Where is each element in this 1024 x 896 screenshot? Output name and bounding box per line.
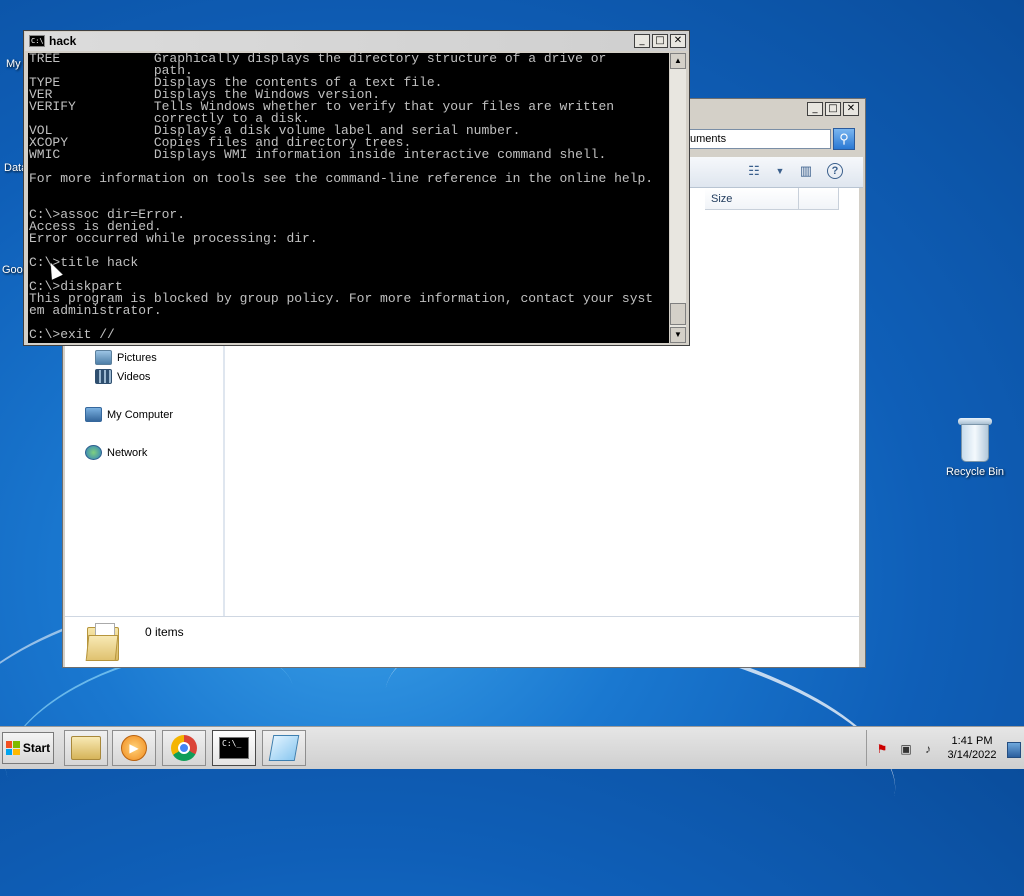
taskbar: Start ▶ C:\_ ⚑ ▣ ♪ 1:41 PM 3/14/2022 xyxy=(0,726,1024,769)
pictures-icon xyxy=(95,350,112,365)
close-button[interactable]: ✕ xyxy=(670,34,686,48)
desktop-icon-recycle-bin[interactable]: Recycle Bin xyxy=(940,418,1010,478)
nav-item-label: Videos xyxy=(117,370,151,383)
cmd-scrollbar[interactable]: ▲ ▼ xyxy=(670,53,686,343)
network-status-icon[interactable]: ▣ xyxy=(899,742,913,756)
show-desktop-icon[interactable] xyxy=(1007,742,1021,758)
nav-item-network[interactable]: Network xyxy=(85,445,147,460)
console-output[interactable]: TREE Graphically displays the directory … xyxy=(28,53,669,343)
videos-icon xyxy=(95,369,112,384)
item-count: 0 items xyxy=(145,625,184,639)
network-icon xyxy=(85,445,102,460)
folder-icon xyxy=(85,621,119,661)
nav-item-label: My Computer xyxy=(107,408,174,421)
recycle-bin-label: Recycle Bin xyxy=(945,466,1005,478)
volume-icon[interactable]: ♪ xyxy=(921,742,935,756)
action-center-icon[interactable]: ⚑ xyxy=(875,742,889,756)
start-button[interactable]: Start xyxy=(2,732,54,764)
scrollbar-thumb[interactable] xyxy=(670,303,686,325)
minimize-button[interactable]: _ xyxy=(634,34,650,48)
system-tray: ⚑ ▣ ♪ 1:41 PM 3/14/2022 xyxy=(866,730,1023,766)
maximize-button[interactable]: □ xyxy=(652,34,668,48)
cmd-window-controls: _ □ ✕ xyxy=(634,34,686,48)
chrome-icon xyxy=(171,735,197,761)
explorer-window-controls: _ □ ✕ xyxy=(807,102,859,116)
nav-item-videos[interactable]: Videos xyxy=(95,369,150,384)
preview-pane-icon[interactable]: ▥ xyxy=(797,163,815,179)
clock-date: 3/14/2022 xyxy=(947,749,997,761)
start-label: Start xyxy=(22,741,51,755)
taskbar-notepad-button[interactable] xyxy=(262,730,306,766)
column-header-size[interactable]: Size xyxy=(705,188,799,210)
windows-logo-icon xyxy=(5,741,20,755)
chevron-down-icon[interactable]: ▼ xyxy=(771,163,789,179)
address-bar[interactable]: uments xyxy=(685,129,831,149)
cmd-window[interactable]: C:\ hack _ □ ✕ TREE Graphically displays… xyxy=(23,30,690,346)
clock[interactable]: 1:41 PM 3/14/2022 xyxy=(937,734,1007,762)
cmd-titlebar[interactable]: C:\ hack _ □ ✕ xyxy=(25,32,688,51)
clock-time: 1:41 PM xyxy=(951,735,993,747)
close-button[interactable]: ✕ xyxy=(843,102,859,116)
minimize-button[interactable]: _ xyxy=(807,102,823,116)
search-icon: ⚲ xyxy=(839,131,849,146)
nav-item-label: Network xyxy=(107,446,148,459)
column-header-extra[interactable] xyxy=(799,188,839,210)
taskbar-cmd-button[interactable]: C:\_ xyxy=(212,730,256,766)
scroll-up-icon[interactable]: ▲ xyxy=(670,53,686,69)
taskbar-explorer-button[interactable] xyxy=(64,730,108,766)
console-text: TREE Graphically displays the directory … xyxy=(29,53,654,342)
scroll-down-icon[interactable]: ▼ xyxy=(670,327,686,343)
cmd-window-title: hack xyxy=(49,34,77,48)
notepad-icon xyxy=(268,735,300,761)
media-player-icon: ▶ xyxy=(121,735,147,761)
folder-icon xyxy=(71,736,101,760)
desktop-icon-label: My xyxy=(6,58,21,70)
taskbar-chrome-button[interactable] xyxy=(162,730,206,766)
cmd-icon: C:\_ xyxy=(219,737,249,759)
search-button[interactable]: ⚲ xyxy=(833,128,855,150)
taskbar-media-player-button[interactable]: ▶ xyxy=(112,730,156,766)
recycle-bin-icon xyxy=(958,418,992,462)
details-pane: 0 items xyxy=(65,616,859,667)
help-icon[interactable]: ? xyxy=(827,163,843,179)
computer-icon xyxy=(85,407,102,422)
nav-item-my-computer[interactable]: My Computer xyxy=(85,407,173,422)
cmd-icon: C:\ xyxy=(29,35,45,47)
maximize-button[interactable]: □ xyxy=(825,102,841,116)
nav-item-label: Pictures xyxy=(117,351,157,364)
nav-item-pictures[interactable]: Pictures xyxy=(95,350,157,365)
view-options-icon[interactable]: ☷ xyxy=(745,163,763,179)
